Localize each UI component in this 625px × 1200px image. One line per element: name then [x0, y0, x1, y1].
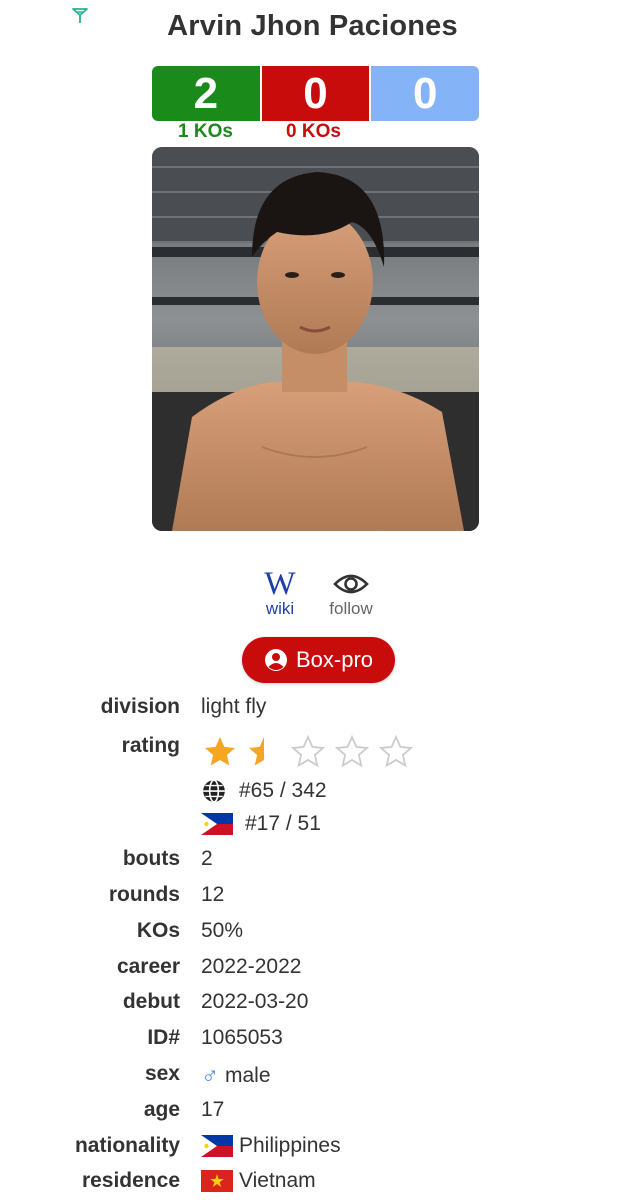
- career-value: 2022-2022: [201, 955, 302, 978]
- male-icon: ♂: [201, 1062, 219, 1089]
- rating-stars: [201, 734, 415, 770]
- row-residence: residence Vietnam: [0, 1169, 625, 1200]
- id-label: ID#: [147, 1026, 180, 1049]
- nationality-text[interactable]: Philippines: [239, 1134, 341, 1158]
- sex-text: male: [225, 1064, 271, 1087]
- country-rank: #17 / 51: [201, 812, 321, 836]
- debut-label: debut: [122, 990, 180, 1013]
- sex-label: sex: [144, 1062, 180, 1085]
- row-sex: sex ♂ male: [0, 1062, 625, 1094]
- kos-value: 50%: [201, 919, 244, 942]
- sex-value: ♂ male: [201, 1062, 271, 1090]
- star-full-icon: [205, 737, 235, 766]
- age-value: 17: [201, 1098, 225, 1121]
- row-debut: debut 2022-03-20: [0, 990, 625, 1022]
- profile-links: W wiki follow: [0, 565, 625, 627]
- row-nationality: nationality Philippines: [0, 1134, 625, 1166]
- wiki-link[interactable]: W wiki: [245, 565, 315, 619]
- eye-icon: [316, 567, 386, 601]
- residence-label: residence: [81, 1169, 180, 1192]
- nationality-value: Philippines: [201, 1134, 341, 1158]
- rounds-label: rounds: [108, 883, 180, 906]
- wikipedia-icon: W: [264, 565, 296, 602]
- row-rating: rating: [0, 734, 625, 768]
- star-empty-icon: [290, 734, 326, 768]
- boxer-photo: [152, 147, 479, 531]
- id-value: 1065053: [201, 1026, 283, 1049]
- division-label: division: [100, 695, 180, 718]
- bouts-label: bouts: [122, 847, 180, 870]
- row-rounds: rounds 12: [0, 883, 625, 915]
- row-division: division light fly: [0, 695, 625, 727]
- bouts-value: 2: [201, 847, 213, 870]
- rating-label: rating: [121, 734, 180, 757]
- user-circle-icon: [264, 649, 287, 671]
- kos-label: KOs: [136, 919, 180, 942]
- follow-button[interactable]: follow: [316, 567, 386, 619]
- row-career: career 2022-2022: [0, 955, 625, 987]
- row-age: age 17: [0, 1098, 625, 1130]
- star-empty-icon: [334, 734, 370, 768]
- world-rank: #65 / 342: [201, 778, 327, 804]
- follow-label: follow: [329, 599, 373, 618]
- wins-count: 2: [152, 66, 260, 121]
- rounds-value: 12: [201, 883, 225, 906]
- division-value: light fly: [201, 695, 267, 718]
- row-bouts: bouts 2: [0, 847, 625, 879]
- philippines-flag-icon: [201, 813, 233, 835]
- country-rank-value[interactable]: #17 / 51: [245, 812, 321, 836]
- losses-count: 0: [261, 66, 370, 121]
- boxer-name: Arvin Jhon Paciones: [167, 10, 458, 42]
- career-label: career: [116, 955, 180, 978]
- loss-kos: 0 KOs: [286, 121, 341, 142]
- win-kos: 1 KOs: [178, 121, 233, 142]
- nationality-label: nationality: [74, 1134, 180, 1157]
- wiki-label: wiki: [265, 599, 295, 618]
- star-half-icon: [249, 737, 264, 766]
- age-label: age: [143, 1098, 180, 1121]
- row-kos: KOs 50%: [0, 919, 625, 951]
- row-id: ID# 1065053: [0, 1026, 625, 1058]
- vietnam-flag-icon: [201, 1170, 233, 1192]
- residence-text[interactable]: Vietnam: [239, 1169, 316, 1193]
- world-rank-value[interactable]: #65 / 342: [239, 779, 327, 803]
- globe-icon: [203, 779, 225, 803]
- residence-value: Vietnam: [201, 1169, 316, 1193]
- box-pro-label: Box-pro: [295, 647, 374, 672]
- draws-count: 0: [371, 66, 480, 121]
- record-bar: 2 0 0: [152, 66, 480, 121]
- star-empty-icon: [378, 734, 414, 768]
- philippines-flag-icon: [201, 1135, 233, 1157]
- debut-value: 2022-03-20: [201, 990, 309, 1013]
- box-pro-button[interactable]: Box-pro: [242, 637, 395, 683]
